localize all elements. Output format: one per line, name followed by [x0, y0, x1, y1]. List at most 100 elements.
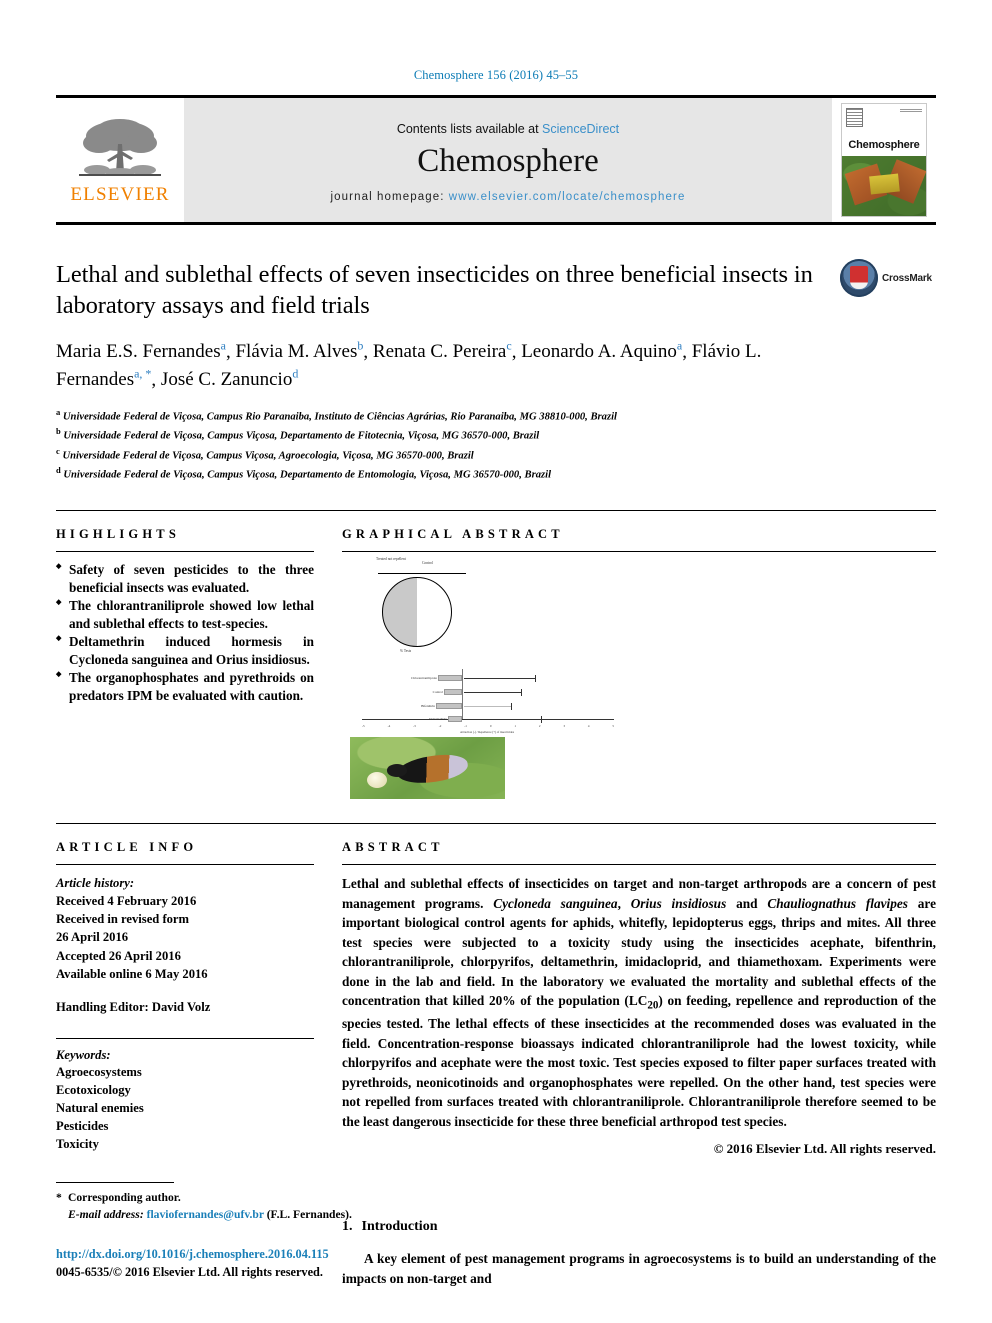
ga-pie-diagram: Treated not repellent Control % Tests — [360, 557, 480, 657]
divider — [56, 864, 314, 866]
author-affiliation-mark: d — [292, 366, 299, 381]
ga-bar-row-3: Bifenthrin — [421, 703, 462, 710]
affiliation-mark: b — [56, 426, 61, 437]
affiliation-item: c Universidade Federal de Viçosa, Campus… — [56, 445, 936, 465]
author-separator: , — [151, 368, 161, 390]
sciencedirect-link[interactable]: ScienceDirect — [542, 122, 619, 136]
ga-pie-label-left: Treated not repellent — [376, 557, 406, 562]
author-name: José C. Zanuncio — [160, 368, 293, 390]
ga-tick: 3 — [563, 724, 565, 729]
cover-elsevier-icon — [846, 108, 863, 127]
highlight-text: Deltamethrin induced hormesis in Cyclone… — [69, 634, 314, 667]
ga-pie-label-right: Control — [422, 561, 433, 566]
author-item[interactable]: José C. Zanunciod — [160, 366, 299, 390]
affiliation-list: a Universidade Federal de Viçosa, Campus… — [56, 406, 936, 485]
elsevier-tree-icon — [79, 119, 161, 176]
ga-whisker-4 — [522, 716, 542, 724]
elsevier-wordmark: ELSEVIER — [70, 184, 170, 205]
crossmark-badge[interactable]: CrossMark — [840, 259, 936, 297]
author-item[interactable]: Renata C. Pereirac — [372, 339, 512, 363]
abstract-body: Lethal and sublethal effects of insectic… — [342, 874, 936, 1131]
corresponding-star: * — [56, 1191, 62, 1204]
abstract-heading: ABSTRACT — [342, 840, 444, 855]
journal-homepage-link[interactable]: www.elsevier.com/locate/chemosphere — [449, 191, 686, 203]
author-name: Renata C. Pereira — [372, 341, 507, 363]
ga-bar-label: Deltamethrin — [429, 717, 447, 722]
title-block: CrossMark Lethal and sublethal effects o… — [56, 259, 936, 484]
ga-tick: -3 — [413, 724, 416, 729]
contents-prefix: Contents lists available at — [396, 121, 543, 136]
abstract-part: and — [726, 895, 768, 911]
article-history: Article history: Received 4 February 201… — [56, 874, 314, 1016]
article-info-heading: ARTICLE INFO — [56, 840, 198, 855]
history-item: Accepted 26 April 2016 — [56, 948, 181, 963]
species-name: Orius insidiosus — [630, 895, 727, 911]
author-separator: , — [682, 341, 692, 363]
highlights-heading: HIGHLIGHTS — [56, 527, 180, 542]
divider — [56, 551, 314, 553]
ga-tick: -2 — [438, 724, 442, 729]
author-name: Leonardo A. Aquino — [521, 341, 677, 363]
ga-whisker-1 — [464, 675, 536, 683]
author-separator: , — [511, 341, 522, 363]
affiliation-mark: d — [56, 465, 61, 476]
ga-x-axis-label: Attraction (-) / Repellence (+) of insec… — [459, 730, 514, 735]
highlights-section: HIGHLIGHTS Safety of seven pesticides to… — [56, 527, 314, 799]
keywords-label: Keywords: — [56, 1047, 111, 1062]
issn-copyright-line: 0045-6535/© 2016 Elsevier Ltd. All right… — [56, 1264, 323, 1279]
doi-link[interactable]: http://dx.doi.org/10.1016/j.chemosphere.… — [56, 1246, 456, 1263]
beetle-head — [387, 764, 408, 777]
journal-masthead: ELSEVIER Contents lists available at Sci… — [56, 95, 936, 225]
keywords-list: Agroecosystems Ecotoxicology Natural ene… — [56, 1063, 314, 1154]
doi-block: http://dx.doi.org/10.1016/j.chemosphere.… — [56, 1246, 456, 1281]
keyword-item: Natural enemies — [56, 1101, 144, 1116]
email-suffix: (F.L. Fernandes). — [266, 1207, 352, 1221]
abstract-part: are important biological control agents … — [342, 895, 936, 1009]
prey-egg — [367, 771, 388, 788]
ga-bar-label: Control — [432, 690, 443, 695]
affiliation-text: Universidade Federal de Viçosa, Campus R… — [62, 411, 617, 423]
author-item[interactable]: Flávia M. Alvesb — [235, 339, 363, 362]
ga-bar-label: Bifenthrin — [421, 704, 435, 709]
abstract-part: , — [617, 895, 631, 911]
ga-bar-label: Chlorantraniliprole — [411, 676, 437, 681]
affiliation-mark: a — [56, 406, 61, 417]
article-history-label: Article history: — [56, 876, 135, 891]
journal-title: Chemosphere — [417, 142, 599, 179]
graphical-abstract-section: GRAPHICAL ABSTRACT Treated not repellent… — [342, 527, 936, 800]
ga-chart-x-axis — [362, 719, 614, 721]
page-title: Lethal and sublethal effects of seven in… — [56, 261, 813, 320]
history-item: Received in revised form — [56, 912, 190, 927]
ga-tick: -1 — [464, 724, 467, 729]
contents-available-line: Contents lists available at ScienceDirec… — [397, 122, 619, 136]
graphical-abstract-figure: Treated not repellent Control % Tests Ch… — [342, 557, 642, 800]
email-link[interactable]: flaviofernandes@ufv.br — [147, 1208, 264, 1221]
keyword-item: Toxicity — [56, 1137, 99, 1152]
species-name: Chauliognathus flavipes — [767, 895, 908, 911]
ga-tick: -4 — [387, 724, 391, 729]
highlight-text: The chlorantraniliprole showed low letha… — [69, 598, 314, 631]
author-item[interactable]: Maria E.S. Fernandesa — [56, 339, 226, 362]
highlights-list: Safety of seven pesticides to the three … — [56, 561, 314, 704]
ga-chart-zero-axis — [462, 669, 463, 720]
affiliation-item: b Universidade Federal de Viçosa, Campus… — [56, 425, 936, 445]
footnote-divider — [56, 1182, 174, 1183]
abstract-part: ) on feeding, repellence and reproductio… — [342, 993, 936, 1129]
divider — [342, 551, 936, 553]
ga-insect-photograph — [350, 737, 505, 800]
cover-journal-title: Chemosphere — [848, 138, 920, 151]
ga-bar-row-1: Chlorantraniliprole — [411, 675, 462, 682]
author-affiliation-mark: a, * — [134, 366, 152, 381]
abstract-section: ABSTRACT Lethal and sublethal effects of… — [342, 840, 936, 1157]
list-item: The chlorantraniliprole showed low letha… — [56, 597, 314, 632]
author-item[interactable]: Leonardo A. Aquinoa — [521, 339, 682, 363]
cover-artwork-leaves — [842, 155, 926, 216]
ga-pie-arrows — [372, 569, 472, 577]
affiliation-item: d Universidade Federal de Viçosa, Campus… — [56, 464, 936, 484]
ga-whisker-3 — [464, 703, 512, 711]
page-footer: * Corresponding author. E-mail address: … — [56, 1182, 456, 1281]
ga-bar-row-2: Control — [433, 689, 462, 696]
ga-tick: 0 — [489, 724, 492, 729]
list-item: Safety of seven pesticides to the three … — [56, 561, 314, 596]
